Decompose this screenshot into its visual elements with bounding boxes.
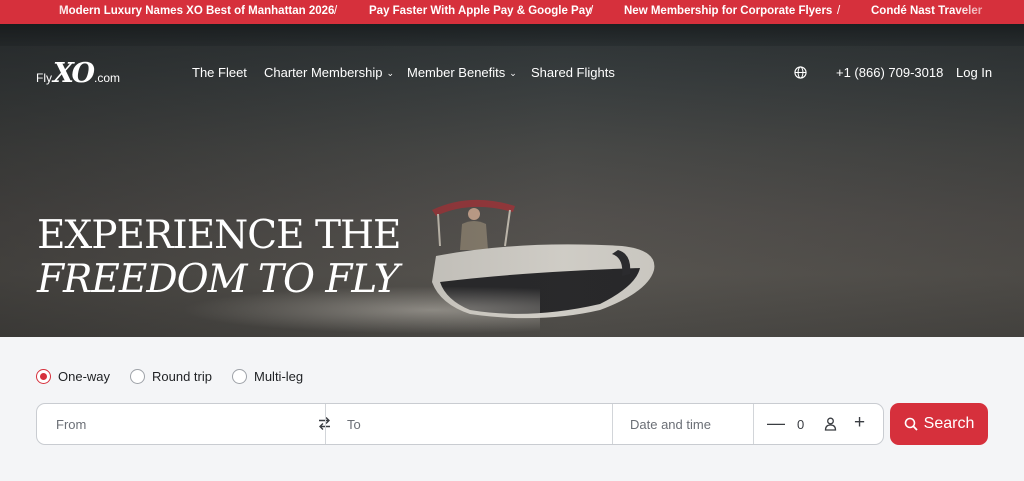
ticker-separator: /	[334, 5, 338, 17]
login-link[interactable]: Log In	[956, 65, 992, 80]
nav-item-label: Shared Flights	[531, 65, 615, 80]
hero-headline-line1: EXPERIENCE THE	[37, 213, 402, 258]
radio-button-selected[interactable]	[36, 369, 51, 384]
logo-xo-text: XO	[53, 58, 95, 89]
nav-item-label: Charter Membership	[264, 65, 383, 80]
search-button-label: Search	[923, 415, 975, 432]
ticker-item[interactable]: Modern Luxury Names XO Best of Manhattan…	[59, 5, 334, 17]
trip-type-label: Round trip	[152, 369, 212, 384]
main-navigation: Fly XO .com The Fleet Charter Membership…	[0, 24, 1024, 120]
from-field[interactable]: From	[56, 404, 296, 444]
trip-type-multi-leg[interactable]: Multi-leg	[232, 369, 303, 384]
field-divider	[753, 404, 754, 444]
booking-panel: One-way Round trip Multi-leg From To Dat…	[0, 337, 1024, 481]
to-placeholder: To	[347, 416, 361, 432]
ticker-fade-left	[0, 0, 70, 24]
flyxo-logo[interactable]: Fly XO .com	[36, 58, 121, 89]
nav-item-member-benefits[interactable]: Member Benefits ⌄	[407, 65, 517, 80]
date-placeholder: Date and time	[630, 416, 711, 432]
flight-search-form: From To Date and time — 0 +	[36, 403, 884, 445]
logo-fly-text: Fly	[36, 71, 52, 85]
person-icon	[824, 417, 837, 431]
from-placeholder: From	[56, 416, 87, 432]
ticker-separator: /	[837, 5, 841, 17]
ticker-item[interactable]: New Membership for Corporate Flyers	[624, 5, 832, 17]
radio-button[interactable]	[130, 369, 145, 384]
trip-type-label: Multi-leg	[254, 369, 304, 384]
hero-headline: EXPERIENCE THE FREEDOM TO FLY	[37, 213, 402, 302]
nav-item-label: Member Benefits	[407, 65, 506, 80]
globe-icon[interactable]	[794, 66, 807, 79]
increase-passengers-button[interactable]: +	[854, 413, 865, 432]
nav-item-shared-flights[interactable]: Shared Flights	[531, 65, 615, 80]
chevron-down-icon: ⌄	[386, 68, 395, 78]
field-divider	[612, 404, 613, 444]
to-field[interactable]: To	[347, 404, 597, 444]
decrease-passengers-button[interactable]: —	[767, 414, 785, 432]
ticker-item[interactable]: Pay Faster With Apple Pay & Google Pay	[369, 5, 592, 17]
ticker-separator: /	[590, 5, 594, 17]
ticker-fade-right	[954, 0, 1024, 24]
chevron-down-icon: ⌄	[509, 68, 517, 78]
search-icon	[904, 417, 918, 431]
trip-type-round-trip[interactable]: Round trip	[130, 369, 212, 384]
trip-type-one-way[interactable]: One-way	[36, 369, 110, 384]
hero-headline-line2: FREEDOM TO FLY	[37, 257, 400, 302]
radio-button[interactable]	[232, 369, 247, 384]
logo-com-text: .com	[94, 71, 121, 85]
passenger-count: 0	[797, 417, 805, 432]
phone-link[interactable]: +1 (866) 709-3018	[836, 65, 943, 80]
date-time-field[interactable]: Date and time	[630, 404, 750, 444]
nav-item-the-fleet[interactable]: The Fleet	[192, 65, 247, 80]
field-divider	[325, 404, 326, 444]
nav-item-label: The Fleet	[192, 65, 247, 80]
search-button[interactable]: Search	[890, 403, 988, 445]
announcement-ticker: Modern Luxury Names XO Best of Manhattan…	[0, 0, 1024, 24]
trip-type-label: One-way	[58, 369, 111, 384]
nav-item-charter-membership[interactable]: Charter Membership ⌄	[264, 65, 394, 80]
